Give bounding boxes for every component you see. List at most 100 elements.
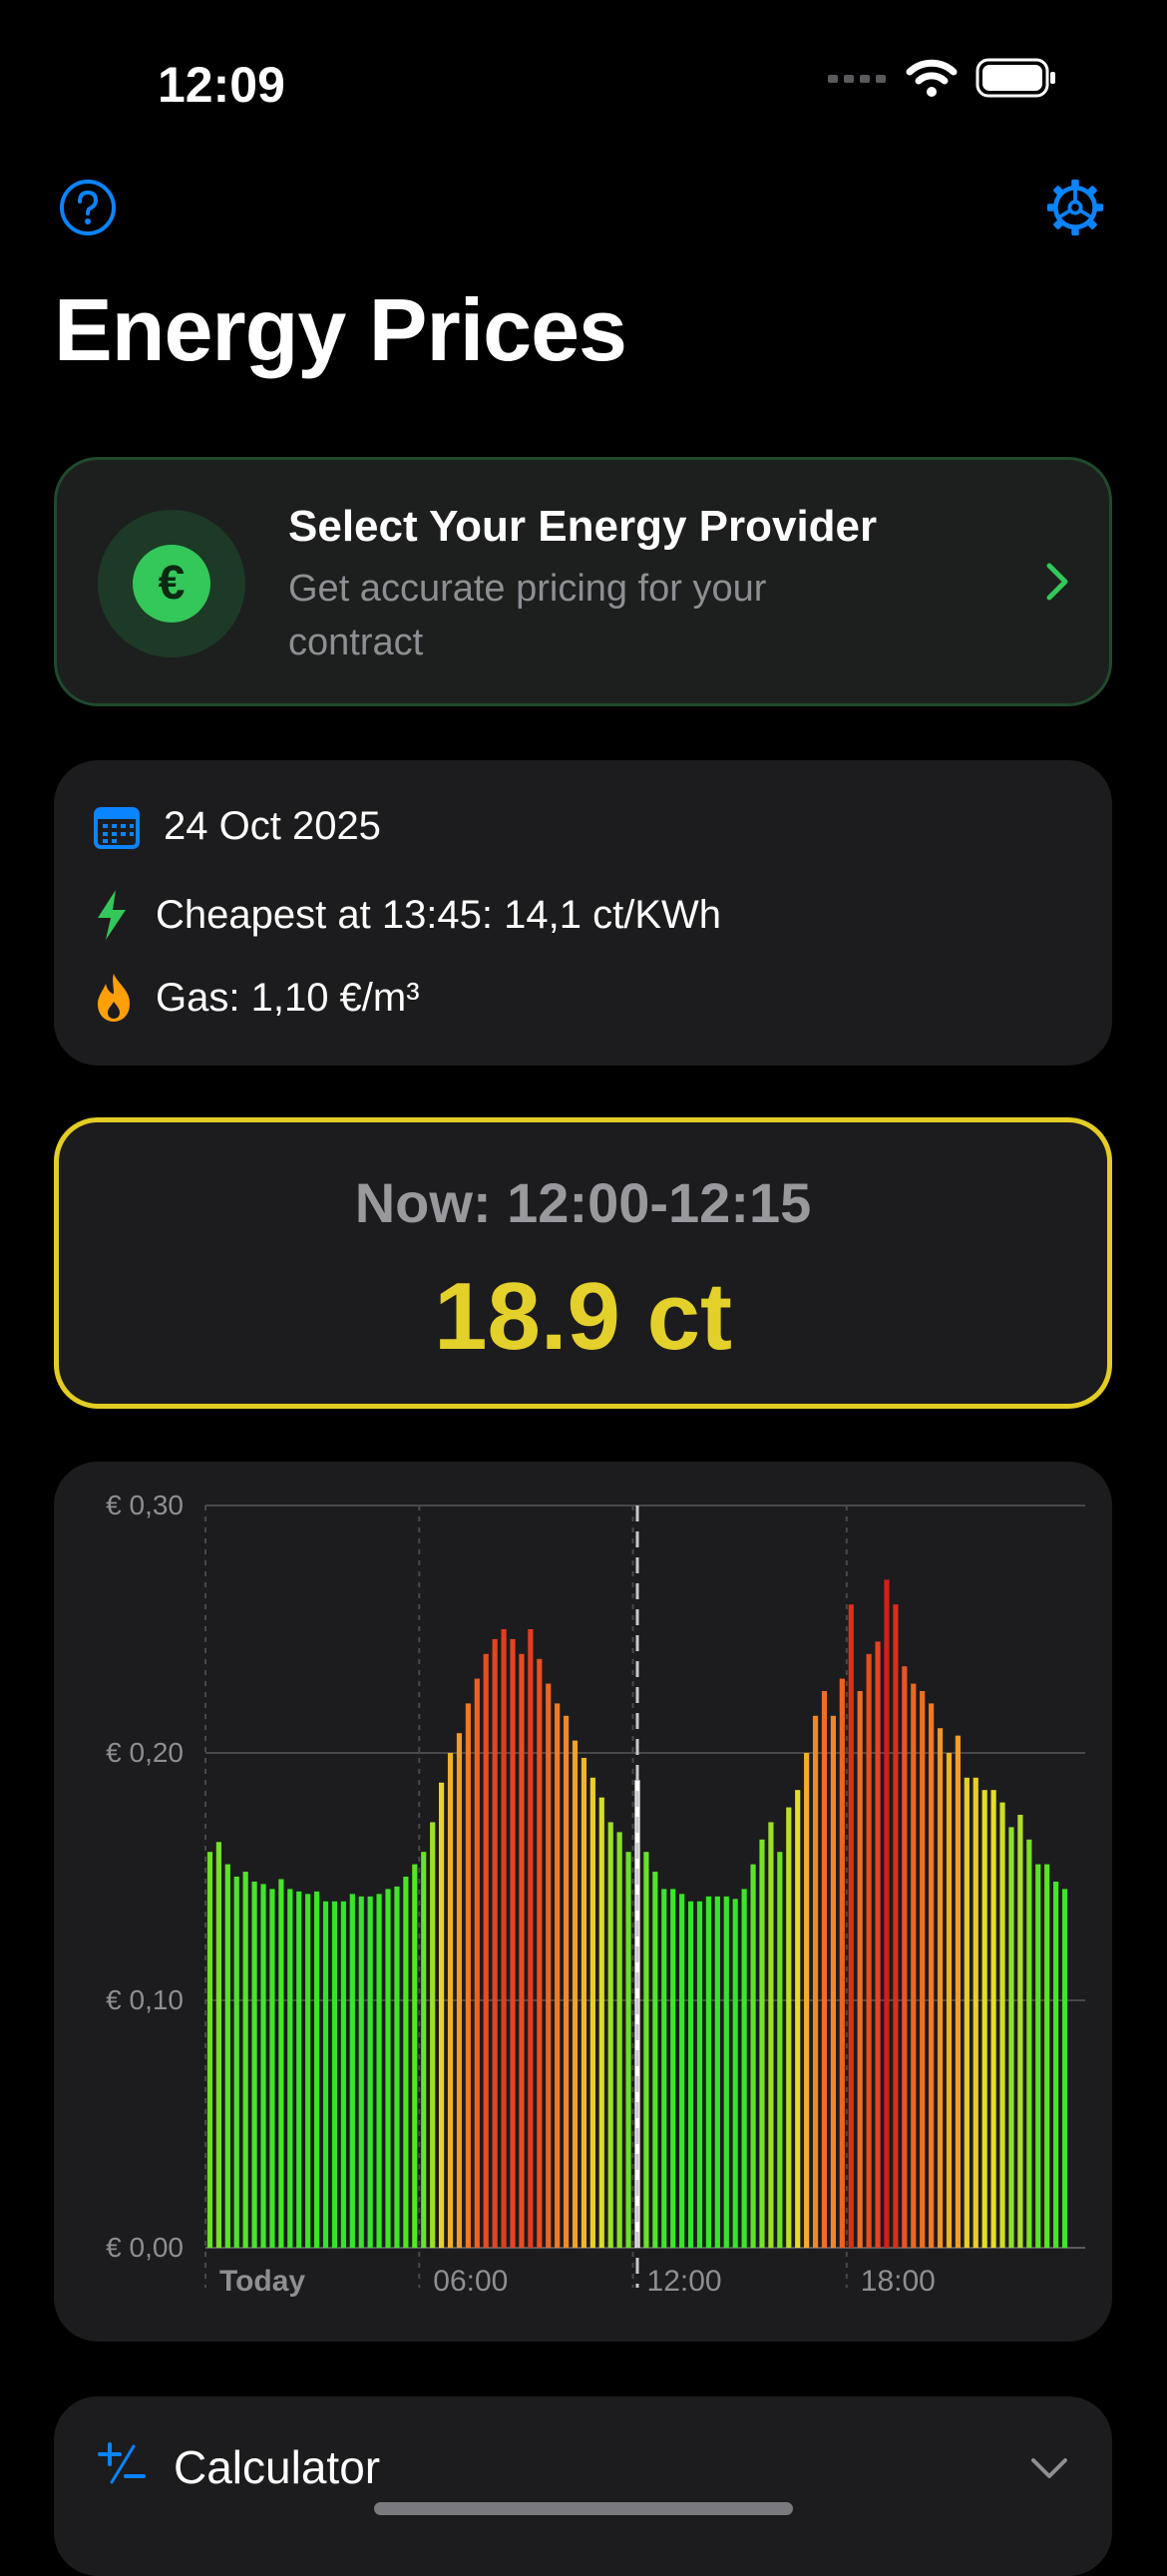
price-bar	[385, 1889, 391, 2248]
y-tick-label: € 0,30	[106, 1490, 184, 1520]
help-button[interactable]	[58, 178, 118, 237]
price-bar	[625, 1852, 631, 2248]
price-bar	[875, 1641, 881, 2248]
x-tick-label: 12:00	[647, 2265, 722, 2298]
price-bar	[233, 1877, 239, 2248]
price-bar	[795, 1790, 801, 2248]
gas-text: Gas: 1,10 €/m³	[156, 975, 420, 1020]
price-bar	[412, 1864, 418, 2248]
price-bar	[821, 1691, 828, 2248]
price-bar	[839, 1678, 845, 2248]
wifi-icon	[906, 59, 958, 97]
settings-button[interactable]	[1045, 178, 1105, 237]
price-bar	[1044, 1864, 1050, 2248]
price-bar	[349, 1894, 355, 2248]
price-bar	[510, 1638, 516, 2248]
price-bar	[492, 1638, 498, 2248]
price-bar	[519, 1653, 525, 2248]
price-bar	[465, 1703, 471, 2248]
current-price-card: Now: 12:00-12:15 18.9 ct	[54, 1117, 1112, 1409]
price-info-card: 24 Oct 2025 Cheapest at 13:45: 14,1 ct/K…	[54, 760, 1112, 1066]
price-bar	[972, 1777, 978, 2248]
battery-icon	[975, 58, 1055, 98]
question-circle-icon	[60, 180, 116, 235]
y-tick-label: € 0,00	[106, 2232, 184, 2263]
price-bar	[394, 1886, 400, 2248]
price-bar	[652, 1872, 658, 2248]
price-bar	[224, 1864, 230, 2248]
price-bar	[242, 1872, 248, 2248]
flame-icon	[98, 974, 130, 1022]
price-bar	[679, 1894, 685, 2248]
price-bar	[555, 1703, 561, 2248]
status-bar-time: 12:09	[158, 57, 285, 113]
price-bar	[456, 1733, 463, 2248]
home-indicator[interactable]	[374, 2502, 793, 2515]
price-bar	[777, 1852, 783, 2248]
price-bar	[314, 1891, 320, 2248]
provider-card-subtitle: Get accurate pricing for your contract	[288, 568, 767, 663]
gear-icon	[1046, 179, 1104, 236]
gas-row: Gas: 1,10 €/m³	[94, 972, 420, 1024]
date-row: 24 Oct 2025	[94, 804, 381, 849]
price-bar	[723, 1896, 729, 2248]
price-bar	[403, 1877, 409, 2248]
calculator-section[interactable]: Calculator	[54, 2396, 1112, 2576]
x-tick-label: Today	[219, 2265, 305, 2298]
price-bar	[367, 1896, 373, 2248]
euro-icon: €	[133, 545, 210, 623]
bolt-icon	[98, 890, 126, 940]
y-tick-label: € 0,20	[106, 1737, 184, 1768]
price-bar	[607, 1822, 613, 2248]
price-bar	[260, 1884, 266, 2248]
price-bar	[990, 1790, 996, 2248]
price-bar	[812, 1715, 819, 2248]
provider-card-title: Select Your Energy Provider	[288, 502, 878, 551]
price-bar	[705, 1896, 712, 2248]
price-bar	[438, 1782, 445, 2248]
price-bar	[902, 1666, 908, 2248]
date-text: 24 Oct 2025	[164, 804, 381, 848]
price-bar	[1017, 1815, 1023, 2248]
chevron-down-icon	[1031, 2458, 1067, 2478]
price-bar	[376, 1894, 382, 2248]
page-title: Energy Prices	[54, 280, 627, 379]
price-bar	[501, 1629, 507, 2248]
price-bar	[750, 1864, 756, 2248]
price-bar	[421, 1852, 427, 2248]
price-bar	[911, 1683, 917, 2248]
price-bar	[581, 1757, 587, 2248]
price-bar	[893, 1604, 899, 2248]
price-bar	[1061, 1889, 1068, 2248]
price-bar	[920, 1691, 926, 2248]
price-bar	[483, 1653, 489, 2248]
calculator-label: Calculator	[174, 2441, 381, 2493]
price-bar	[937, 1728, 944, 2248]
price-bar	[287, 1889, 293, 2248]
price-bar	[1008, 1827, 1014, 2248]
price-bar	[598, 1797, 604, 2248]
price-bar	[546, 1683, 552, 2248]
price-bar	[430, 1822, 436, 2248]
price-bar	[830, 1715, 837, 2248]
price-bar	[589, 1777, 595, 2248]
x-tick-label: 06:00	[433, 2265, 508, 2298]
select-provider-card[interactable]: € Select Your Energy Provider Get accura…	[54, 457, 1112, 706]
price-bar-chart[interactable]: € 0,00 € 0,10 € 0,20 € 0,30 Today 06:00 12:00 1…	[54, 1462, 1112, 2342]
price-bar	[964, 1777, 970, 2248]
price-bar	[616, 1832, 622, 2248]
price-bar	[1035, 1864, 1041, 2248]
signal-icon	[828, 75, 886, 83]
price-bar	[340, 1901, 346, 2248]
price-bar	[206, 1852, 213, 2248]
price-bar	[999, 1802, 1005, 2248]
price-bar	[322, 1901, 329, 2248]
current-period-label: Now: 12:00-12:15	[354, 1171, 812, 1234]
price-bar	[981, 1790, 987, 2248]
price-bar	[269, 1889, 275, 2248]
price-bar	[741, 1889, 747, 2248]
price-bar	[732, 1899, 738, 2248]
chevron-right-icon	[1046, 563, 1068, 601]
price-bar	[848, 1604, 854, 2248]
price-bar	[946, 1753, 953, 2248]
